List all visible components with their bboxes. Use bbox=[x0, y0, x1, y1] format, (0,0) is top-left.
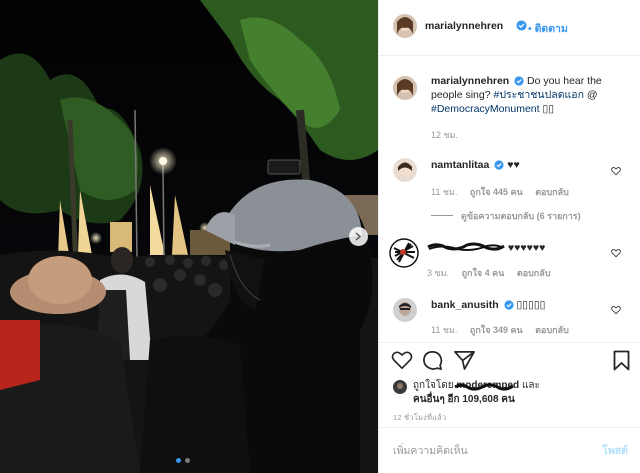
reply-button[interactable]: ตอบกลับ bbox=[517, 268, 551, 278]
comment-time: 3 ชม. bbox=[427, 268, 450, 278]
comment-text: ♥♥♥♥♥♥ bbox=[427, 241, 545, 255]
view-replies-label[interactable]: ดูข้อความตอบกลับ (6 รายการ) bbox=[461, 211, 581, 221]
heart-icon[interactable] bbox=[611, 248, 621, 258]
heart-icon[interactable] bbox=[611, 305, 621, 315]
heart-icon[interactable] bbox=[391, 350, 413, 370]
reply-button[interactable]: ตอบกลับ bbox=[535, 325, 569, 335]
verified-badge-icon bbox=[494, 160, 504, 170]
redaction-scribble bbox=[454, 383, 515, 391]
actions-divider bbox=[379, 342, 640, 343]
paper-plane-icon[interactable] bbox=[454, 350, 475, 370]
post-header: marialynnehren • ติดตาม bbox=[379, 14, 640, 42]
verified-badge-icon bbox=[504, 300, 514, 310]
author-username[interactable]: marialynnehren bbox=[425, 20, 503, 32]
comment-text: namtanlitaa ♥♥ bbox=[431, 158, 520, 172]
verified-badge-icon bbox=[516, 20, 527, 31]
comment-likes[interactable]: ถูกใจ 445 คน bbox=[470, 187, 523, 197]
caption-block: marialynnehren Do you hear the people si… bbox=[379, 74, 640, 140]
post-comment-button[interactable]: โพสต์ bbox=[602, 442, 628, 459]
likes-prefix: ถูกใจโดย bbox=[413, 380, 454, 391]
chevron-right-icon bbox=[355, 232, 362, 241]
comment-username[interactable]: namtanlitaa bbox=[431, 159, 489, 171]
comment-meta: 11 ชม. ถูกใจ 445 คน ตอบกลับ bbox=[431, 185, 569, 199]
post-photo bbox=[0, 0, 378, 473]
likes-count[interactable]: คนอื่นๆ อีก 109,608 คน bbox=[413, 393, 515, 407]
commenter-avatar[interactable] bbox=[393, 158, 417, 182]
view-replies-button[interactable]: ดูข้อความตอบกลับ (6 รายการ) bbox=[431, 209, 581, 223]
comment-time: 11 ชม. bbox=[431, 187, 458, 197]
comment-box-divider bbox=[379, 427, 640, 428]
carousel-next-button[interactable] bbox=[349, 227, 368, 246]
caption-text: marialynnehren Do you hear the people si… bbox=[431, 74, 631, 116]
carousel-dots bbox=[176, 458, 190, 463]
comment-body: ♥♥♥♥♥♥ bbox=[507, 242, 546, 254]
likes-line-1: ถูกใจโดย moderemped และ bbox=[413, 379, 540, 393]
carousel-dot-active bbox=[176, 458, 181, 463]
comment-username[interactable]: bank_anusith bbox=[431, 299, 499, 311]
comment-text: bank_anusith ▯▯▯▯▯ bbox=[431, 298, 545, 312]
add-comment-input[interactable]: เพิ่มความคิดเห็น bbox=[393, 442, 468, 459]
instagram-post-modal: marialynnehren • ติดตาม marialynnehren D… bbox=[0, 0, 640, 473]
protest-night-photo bbox=[0, 0, 378, 473]
hashtag-link[interactable]: #ประชาชนปลดแอก bbox=[493, 89, 583, 101]
likes-block: ถูกใจโดย moderemped และ คนอื่นๆ อีก 109,… bbox=[379, 378, 640, 408]
follow-button[interactable]: • ติดตาม bbox=[528, 20, 568, 37]
comment-body: ♥♥ bbox=[507, 159, 520, 171]
likes-redacted-user[interactable]: moderemped bbox=[454, 380, 522, 391]
comment-bubble-icon[interactable] bbox=[422, 350, 443, 371]
comment-meta: 11 ชม. ถูกใจ 349 คน ตอบกลับ bbox=[431, 323, 569, 337]
caption-emoji: ▯▯ bbox=[539, 103, 555, 115]
post-side-panel: marialynnehren • ติดตาม marialynnehren D… bbox=[378, 0, 640, 473]
comment-item: bank_anusith ▯▯▯▯▯ 11 ชม. ถูกใจ 349 คน ต… bbox=[379, 296, 640, 336]
comment-item: namtanlitaa ♥♥ 11 ชม. ถูกใจ 445 คน ตอบกล… bbox=[379, 156, 640, 226]
comment-likes[interactable]: ถูกใจ 4 คน bbox=[462, 268, 505, 278]
caption-at: @ bbox=[583, 89, 598, 101]
comment-likes[interactable]: ถูกใจ 349 คน bbox=[470, 325, 523, 335]
comment-item: ♥♥♥♥♥♥ 3 ชม. ถูกใจ 4 คน ตอบกลับ bbox=[379, 238, 640, 284]
commenter-avatar-redacted[interactable] bbox=[389, 238, 419, 268]
post-timestamp: 12 ชั่วโมงที่แล้ว bbox=[393, 413, 447, 422]
liker-avatar[interactable] bbox=[393, 380, 407, 394]
reply-button[interactable]: ตอบกลับ bbox=[535, 187, 569, 197]
comment-body: ▯▯▯▯▯ bbox=[516, 299, 546, 311]
likes-and: และ bbox=[521, 380, 540, 391]
action-bar bbox=[379, 350, 640, 374]
replies-line bbox=[431, 215, 453, 216]
comment-time: 11 ชม. bbox=[431, 325, 458, 335]
redacted-username-scribble[interactable] bbox=[427, 242, 505, 252]
heart-icon[interactable] bbox=[611, 166, 621, 176]
commenter-avatar[interactable] bbox=[393, 298, 417, 322]
caption-username[interactable]: marialynnehren bbox=[431, 75, 509, 87]
verified-badge-icon bbox=[514, 76, 524, 86]
author-avatar[interactable] bbox=[393, 14, 417, 38]
bookmark-icon[interactable] bbox=[613, 350, 630, 371]
header-divider bbox=[379, 55, 640, 56]
caption-time: 12 ชม. bbox=[431, 130, 459, 140]
caption-author-avatar[interactable] bbox=[393, 76, 417, 100]
hashtag-link[interactable]: #DemocracyMonument bbox=[431, 103, 540, 115]
comment-meta: 3 ชม. ถูกใจ 4 คน ตอบกลับ bbox=[427, 266, 550, 280]
carousel-dot bbox=[185, 458, 190, 463]
